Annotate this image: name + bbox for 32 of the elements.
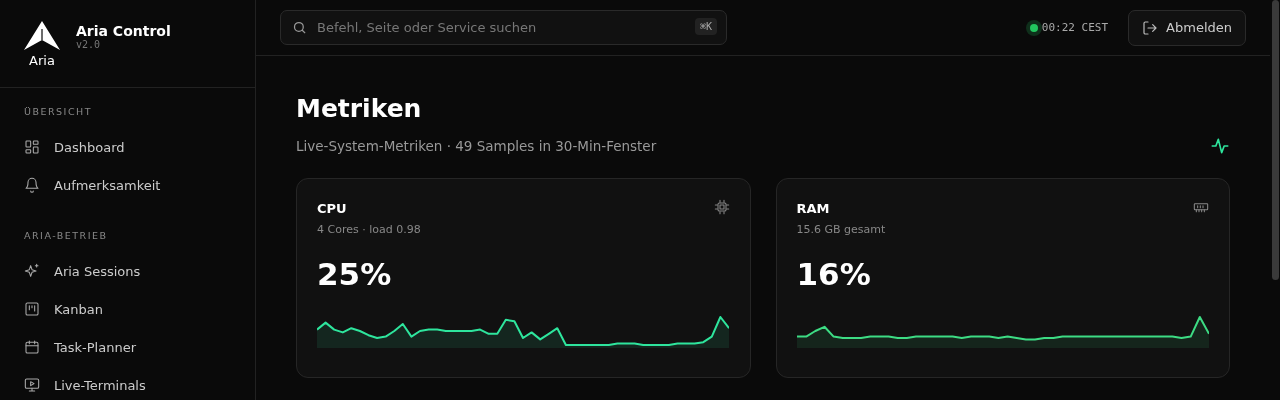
scrollbar[interactable] (1271, 0, 1279, 280)
sidebar-item[interactable]: Live-Terminals (24, 366, 231, 400)
metric-detail: 15.6 GB gesamt (796, 223, 887, 236)
bell-icon (24, 177, 40, 193)
logo-text: Aria (29, 53, 55, 68)
sidebar-item[interactable]: Dashboard (24, 128, 231, 166)
app-name: Aria Control (76, 23, 171, 39)
sparkle-icon (24, 263, 40, 279)
kanban-icon (24, 301, 40, 317)
logout-icon (1142, 19, 1159, 36)
monitor-icon (24, 377, 40, 393)
grid-icon (24, 139, 40, 155)
page-subtitle: Live-System-Metriken · 49 Samples in 30-Min-Fenster (296, 138, 657, 154)
metric-detail: 4 Cores · load 0.98 (317, 223, 422, 236)
pulse-icon (1210, 136, 1230, 156)
metric-title: RAM (796, 201, 830, 216)
search-icon (292, 20, 307, 35)
logout-button[interactable]: Abmelden (1128, 9, 1246, 46)
section-title: ARIA-BETRIEB (24, 228, 109, 243)
section-title: ÜBERSICHT (24, 104, 93, 119)
app-version: v2.0 (76, 39, 102, 50)
page-title: Metriken (296, 94, 423, 124)
metric-value: 25% (317, 256, 393, 294)
sidebar-item[interactable]: Task-Planner (24, 328, 231, 366)
sidebar-item[interactable]: Aria Sessions (24, 252, 231, 290)
chip-icon (713, 199, 730, 215)
metric-title: CPU (317, 201, 347, 216)
sidebar-item[interactable]: Aufmerksamkeit (24, 166, 231, 204)
clock-text: 00:22 CEST (1041, 21, 1109, 34)
calendar-icon (24, 339, 40, 355)
metric-value: 16% (796, 256, 872, 294)
sidebar-item[interactable]: Kanban (24, 290, 231, 328)
